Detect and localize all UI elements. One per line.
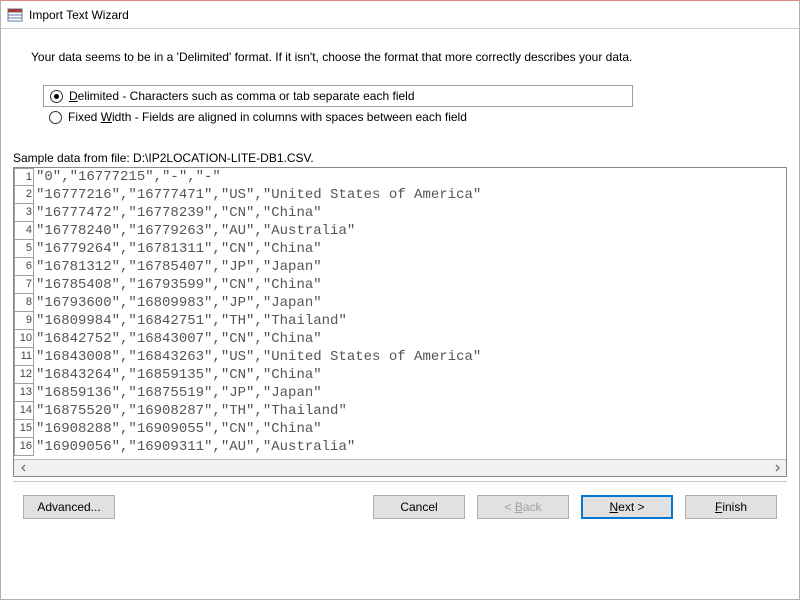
horizontal-scrollbar[interactable] [14, 459, 786, 476]
row-number: 5 [14, 240, 34, 258]
row-number: 7 [14, 276, 34, 294]
table-row: 14"16875520","16908287","TH","Thailand" [14, 402, 786, 420]
table-row: 9"16809984","16842751","TH","Thailand" [14, 312, 786, 330]
finish-button[interactable]: Finish [685, 495, 777, 519]
radio-delimited[interactable] [50, 90, 63, 103]
table-row: 13"16859136","16875519","JP","Japan" [14, 384, 786, 402]
row-text: "16843264","16859135","CN","China" [34, 366, 322, 384]
row-number: 16 [14, 438, 34, 456]
row-number: 12 [14, 366, 34, 384]
table-row: 8"16793600","16809983","JP","Japan" [14, 294, 786, 312]
advanced-button[interactable]: Advanced... [23, 495, 115, 519]
row-text: "16859136","16875519","JP","Japan" [34, 384, 322, 402]
row-number: 9 [14, 312, 34, 330]
sample-rows: 1"0","16777215","-","-"2"16777216","1677… [14, 168, 786, 459]
row-number: 6 [14, 258, 34, 276]
row-text: "0","16777215","-","-" [34, 168, 221, 186]
row-text: "16909056","16909311","AU","Australia" [34, 438, 355, 456]
table-row: 12"16843264","16859135","CN","China" [14, 366, 786, 384]
radio-fixed-width[interactable] [49, 111, 62, 124]
row-number: 8 [14, 294, 34, 312]
row-text: "16875520","16908287","TH","Thailand" [34, 402, 347, 420]
table-row: 10"16842752","16843007","CN","China" [14, 330, 786, 348]
window-title: Import Text Wizard [29, 8, 129, 22]
table-row: 15"16908288","16909055","CN","China" [14, 420, 786, 438]
table-row: 11"16843008","16843263","US","United Sta… [14, 348, 786, 366]
scroll-right-icon[interactable] [769, 462, 784, 475]
table-row: 4"16778240","16779263","AU","Australia" [14, 222, 786, 240]
scroll-left-icon[interactable] [16, 462, 31, 475]
row-text: "16777472","16778239","CN","China" [34, 204, 322, 222]
table-row: 2"16777216","16777471","US","United Stat… [14, 186, 786, 204]
row-number: 3 [14, 204, 34, 222]
row-number: 14 [14, 402, 34, 420]
row-number: 13 [14, 384, 34, 402]
row-number: 1 [14, 168, 34, 186]
import-wizard-icon [7, 7, 23, 23]
row-text: "16779264","16781311","CN","China" [34, 240, 322, 258]
sample-data-box: 1"0","16777215","-","-"2"16777216","1677… [13, 167, 787, 477]
button-bar: Advanced... Cancel < Back Next > Finish [13, 481, 787, 531]
sample-data-label: Sample data from file: D:\IP2LOCATION-LI… [13, 151, 787, 165]
row-text: "16778240","16779263","AU","Australia" [34, 222, 355, 240]
row-text: "16793600","16809983","JP","Japan" [34, 294, 322, 312]
row-number: 4 [14, 222, 34, 240]
cancel-button[interactable]: Cancel [373, 495, 465, 519]
row-number: 2 [14, 186, 34, 204]
row-number: 10 [14, 330, 34, 348]
row-text: "16809984","16842751","TH","Thailand" [34, 312, 347, 330]
row-text: "16843008","16843263","US","United State… [34, 348, 481, 366]
option-delimited[interactable]: Delimited - Characters such as comma or … [43, 85, 633, 107]
format-group: Delimited - Characters such as comma or … [43, 79, 769, 133]
table-row: 3"16777472","16778239","CN","China" [14, 204, 786, 222]
table-row: 6"16781312","16785407","JP","Japan" [14, 258, 786, 276]
row-text: "16785408","16793599","CN","China" [34, 276, 322, 294]
row-text: "16777216","16777471","US","United State… [34, 186, 481, 204]
table-row: 1"0","16777215","-","-" [14, 168, 786, 186]
option-fixed-width[interactable]: Fixed Width - Fields are aligned in colu… [43, 107, 769, 127]
table-row: 5"16779264","16781311","CN","China" [14, 240, 786, 258]
row-text: "16781312","16785407","JP","Japan" [34, 258, 322, 276]
instruction-text: Your data seems to be in a 'Delimited' f… [31, 49, 671, 65]
row-number: 15 [14, 420, 34, 438]
row-text: "16842752","16843007","CN","China" [34, 330, 322, 348]
back-button[interactable]: < Back [477, 495, 569, 519]
row-text: "16908288","16909055","CN","China" [34, 420, 322, 438]
next-button[interactable]: Next > [581, 495, 673, 519]
table-row: 16"16909056","16909311","AU","Australia" [14, 438, 786, 456]
titlebar: Import Text Wizard [1, 1, 799, 29]
row-number: 11 [14, 348, 34, 366]
table-row: 7"16785408","16793599","CN","China" [14, 276, 786, 294]
